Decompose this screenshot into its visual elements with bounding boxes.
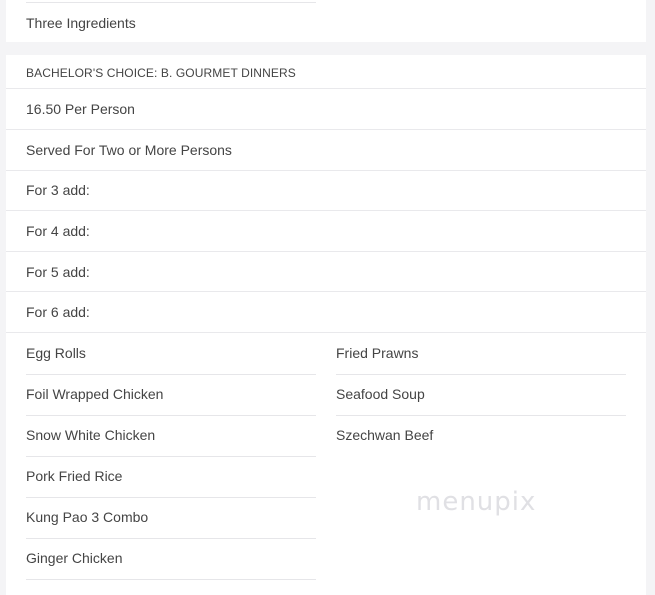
menu-item-three-ingredients: Three Ingredients	[26, 15, 136, 31]
list-item: Ginger Chicken	[26, 538, 316, 580]
add-6-text: For 6 add:	[26, 304, 90, 320]
list-item: Kung Pao 3 Combo	[26, 497, 316, 539]
watermark-logo: menupix	[416, 487, 537, 517]
list-item: Fried Prawns	[336, 333, 626, 375]
list-item: Seafood Soup	[336, 374, 626, 416]
divider	[26, 2, 316, 3]
section-header: BACHELOR'S CHOICE: B. GOURMET DINNERS	[6, 55, 646, 89]
menu-row: For 3 add:	[6, 171, 646, 211]
menu-row: For 6 add:	[6, 292, 646, 333]
previous-section-card: Three Ingredients	[6, 0, 646, 42]
menu-section-card: BACHELOR'S CHOICE: B. GOURMET DINNERS 16…	[6, 55, 646, 595]
list-item: Szechwan Beef	[336, 427, 434, 443]
price-text: 16.50 Per Person	[26, 101, 135, 117]
menu-row: For 5 add:	[6, 252, 646, 292]
menu-row: For 4 add:	[6, 211, 646, 252]
menu-row: Served For Two or More Persons	[6, 130, 646, 171]
section-title: BACHELOR'S CHOICE: B. GOURMET DINNERS	[26, 66, 296, 80]
add-5-text: For 5 add:	[26, 264, 90, 280]
list-item: Foil Wrapped Chicken	[26, 374, 316, 416]
serving-text: Served For Two or More Persons	[26, 142, 232, 158]
add-3-text: For 3 add:	[26, 182, 90, 198]
list-item: Egg Rolls	[26, 333, 316, 375]
list-item: Snow White Chicken	[26, 415, 316, 457]
list-item: Pork Fried Rice	[26, 456, 316, 498]
add-4-text: For 4 add:	[26, 223, 90, 239]
menu-row: 16.50 Per Person	[6, 89, 646, 130]
